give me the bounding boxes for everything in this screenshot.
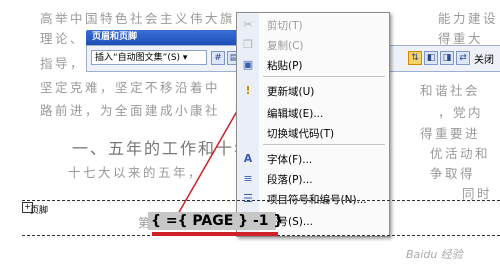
copy-icon: ❐ [243, 38, 253, 51]
menu-item-paragraph[interactable]: ≡ 段落(P)... [237, 169, 389, 189]
menu-separator [263, 76, 385, 77]
menu-item-label: 更新域(U) [267, 86, 315, 98]
paste-icon: ▣ [242, 58, 254, 71]
menu-item-label: 复制(C) [267, 40, 304, 52]
scissors-icon: ✂ [243, 18, 253, 31]
menu-item-copy[interactable]: ❐ 复制(C) [237, 35, 389, 55]
menu-item-label: 剪切(T) [267, 20, 303, 32]
menu-separator [263, 144, 385, 145]
watermark: Baidu 经验 [406, 248, 463, 261]
field-underline-highlight [152, 232, 278, 236]
menu-item-label: 段落(P)... [267, 174, 313, 186]
update-field-icon: ! [245, 84, 251, 97]
font-icon: A [243, 152, 253, 165]
menu-item-edit-field[interactable]: 编辑域(E)... [237, 103, 389, 123]
table-move-handle-icon[interactable]: + [22, 202, 33, 213]
menu-item-update-field[interactable]: ! 更新域(U) [237, 81, 389, 101]
menu-item-label: 切换域代码(T) [267, 128, 335, 140]
menu-item-font[interactable]: A 字体(F)... [237, 149, 389, 169]
menu-item-cut[interactable]: ✂ 剪切(T) [237, 15, 389, 35]
menu-item-toggle-field-codes[interactable]: 切换域代码(T) [237, 123, 389, 143]
page-field-code[interactable]: { ={ PAGE } -1 } [148, 212, 283, 230]
menu-item-label: 编辑域(E)... [267, 108, 324, 120]
menu-item-label: 字体(F)... [267, 154, 313, 166]
paragraph-icon: ≡ [243, 172, 253, 185]
menu-item-label: 粘贴(P) [267, 60, 303, 72]
menu-item-paste[interactable]: ▣ 粘贴(P) [237, 55, 389, 75]
